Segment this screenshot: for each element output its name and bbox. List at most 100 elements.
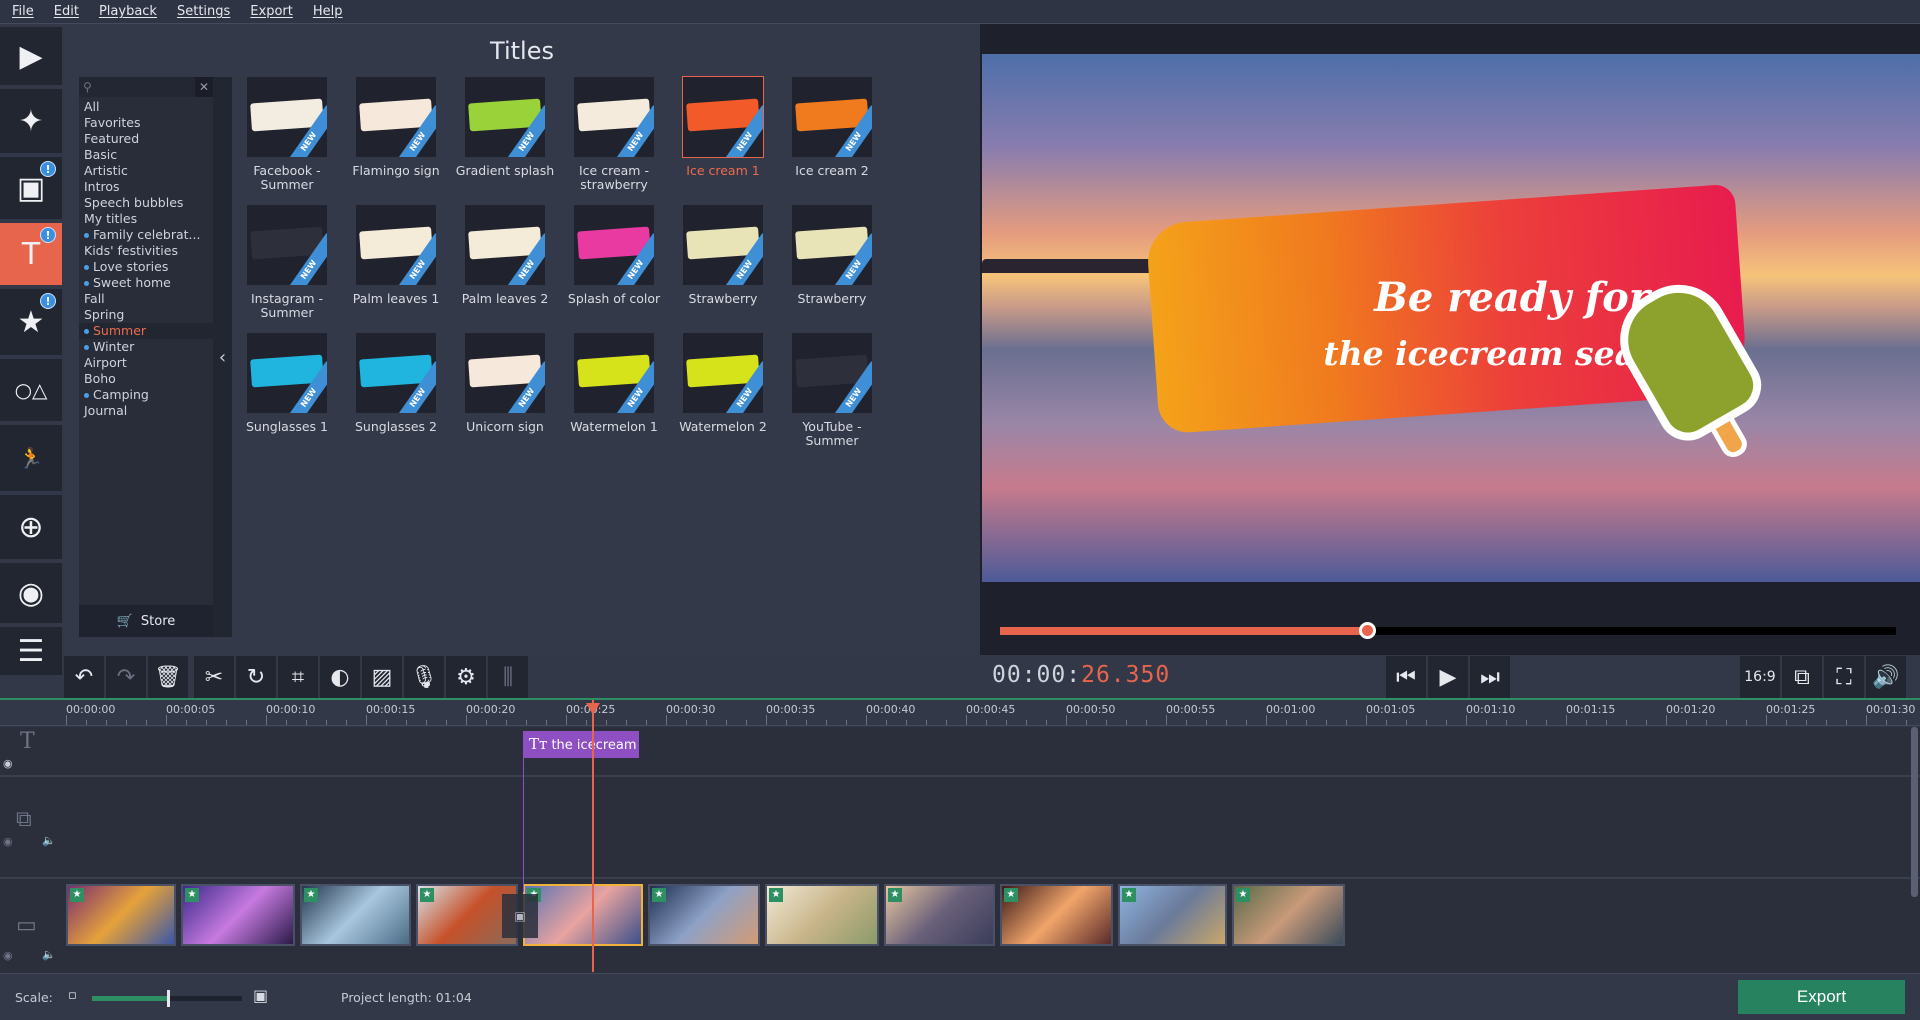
- detach-preview-button[interactable]: ⧉: [1782, 656, 1822, 698]
- playhead[interactable]: [592, 700, 594, 972]
- title-thumbnail[interactable]: NEW: [682, 76, 764, 158]
- title-thumbnail[interactable]: NEW: [574, 205, 654, 285]
- title-preset-tile[interactable]: NEW Palm leaves 1: [346, 205, 446, 306]
- video-clip[interactable]: ★: [648, 884, 760, 946]
- transition-marker[interactable]: ▣: [502, 894, 538, 938]
- title-preset-tile[interactable]: NEW Sunglasses 1: [237, 333, 337, 434]
- title-thumbnail[interactable]: NEW: [465, 333, 545, 413]
- title-thumbnail[interactable]: NEW: [683, 333, 763, 413]
- playback-progress-slider[interactable]: [1000, 622, 1896, 639]
- image-button[interactable]: ▨: [362, 656, 402, 698]
- title-preset-tile[interactable]: NEW Gradient splash: [455, 77, 555, 178]
- favorite-star-icon[interactable]: ★: [1004, 888, 1018, 902]
- category-item[interactable]: Airport: [79, 355, 213, 371]
- aspect-ratio-button[interactable]: 16:9: [1740, 656, 1780, 698]
- crop-button[interactable]: ⌗: [278, 656, 318, 698]
- title-preset-tile[interactable]: NEW Strawberry: [782, 205, 882, 306]
- title-preset-tile[interactable]: NEW Sunglasses 2: [346, 333, 446, 434]
- category-item[interactable]: Featured: [79, 131, 213, 147]
- title-thumbnail[interactable]: NEW: [247, 205, 327, 285]
- scale-handle[interactable]: [167, 990, 170, 1007]
- category-item[interactable]: Kids' festivities: [79, 243, 213, 259]
- menu-help[interactable]: Help: [313, 4, 343, 19]
- favorite-star-icon[interactable]: ★: [420, 888, 434, 902]
- title-thumbnail[interactable]: NEW: [574, 77, 654, 157]
- store-button[interactable]: 🛒 Store: [79, 605, 213, 637]
- cut-button[interactable]: ✂: [194, 656, 234, 698]
- title-preset-tile[interactable]: NEW Ice cream 2: [782, 77, 882, 178]
- category-item[interactable]: Sweet home: [79, 275, 213, 291]
- undo-button[interactable]: ↶: [64, 656, 104, 698]
- title-preset-tile[interactable]: NEW Strawberry: [673, 205, 773, 306]
- title-thumbnail[interactable]: NEW: [465, 205, 545, 285]
- clear-search-icon[interactable]: ✕: [195, 77, 213, 97]
- video-clip[interactable]: ★: [181, 884, 295, 946]
- sidebar-button-transitions-shapes[interactable]: ○△: [0, 359, 62, 421]
- title-preset-tile[interactable]: NEW Watermelon 1: [564, 333, 664, 434]
- sidebar-button-motion[interactable]: 🏃: [0, 425, 62, 491]
- video-clip[interactable]: ★: [1000, 884, 1113, 946]
- favorite-star-icon[interactable]: ★: [769, 888, 783, 902]
- next-frame-button[interactable]: ⏭: [1470, 656, 1510, 698]
- sidebar-button-stickers[interactable]: ★!: [0, 289, 62, 355]
- category-item[interactable]: My titles: [79, 211, 213, 227]
- volume-button[interactable]: 🔊: [1866, 656, 1906, 698]
- category-item[interactable]: Fall: [79, 291, 213, 307]
- menu-playback[interactable]: Playback: [99, 4, 157, 19]
- category-item[interactable]: Journal: [79, 403, 213, 419]
- video-clip[interactable]: ★: [884, 884, 995, 946]
- redo-button[interactable]: ↷: [106, 656, 146, 698]
- delete-button[interactable]: 🗑: [148, 656, 188, 698]
- sidebar-button-zoom-pan[interactable]: ⊕: [0, 495, 62, 559]
- video-clip[interactable]: ★: [66, 884, 176, 946]
- video-preview[interactable]: Be ready for the icecream season: [982, 54, 1920, 582]
- favorite-star-icon[interactable]: ★: [888, 888, 902, 902]
- sidebar-button-capture[interactable]: ◉: [0, 563, 62, 623]
- timeline-ruler[interactable]: 00:00:00 00:00:05 00:00:10 00:00:15 00:00:20…: [0, 700, 1920, 726]
- video-clip[interactable]: ★: [523, 884, 643, 946]
- play-button[interactable]: ▶: [1428, 656, 1468, 698]
- category-item[interactable]: Family celebrat...: [79, 227, 213, 243]
- favorite-star-icon[interactable]: ★: [70, 888, 84, 902]
- favorite-star-icon[interactable]: ★: [1236, 888, 1250, 902]
- category-item[interactable]: Intros: [79, 179, 213, 195]
- video-clip[interactable]: ★: [300, 884, 411, 946]
- rotate-button[interactable]: ↻: [236, 656, 276, 698]
- equalizer-button[interactable]: ⫼: [488, 656, 528, 698]
- title-clip[interactable]: Tт the icecream: [523, 731, 639, 758]
- title-thumbnail[interactable]: NEW: [356, 333, 436, 413]
- category-item[interactable]: Speech bubbles: [79, 195, 213, 211]
- title-thumbnail[interactable]: NEW: [792, 205, 872, 285]
- color-adjust-button[interactable]: ◐: [320, 656, 360, 698]
- title-thumbnail[interactable]: NEW: [247, 333, 327, 413]
- title-thumbnail[interactable]: NEW: [356, 77, 436, 157]
- category-item[interactable]: Favorites: [79, 115, 213, 131]
- mute-speaker-icon[interactable]: 🔈: [42, 834, 56, 847]
- menu-settings[interactable]: Settings: [177, 4, 230, 19]
- scale-slider[interactable]: [92, 990, 242, 1007]
- previous-frame-button[interactable]: ⏮: [1386, 656, 1426, 698]
- video-clip[interactable]: ★: [1232, 884, 1345, 946]
- video-clip[interactable]: ★: [765, 884, 879, 946]
- export-button[interactable]: Export: [1738, 980, 1905, 1014]
- category-item[interactable]: Basic: [79, 147, 213, 163]
- title-thumbnail[interactable]: NEW: [465, 77, 545, 157]
- category-item[interactable]: Boho: [79, 371, 213, 387]
- title-thumbnail[interactable]: NEW: [792, 333, 872, 413]
- playhead-handle[interactable]: [586, 703, 600, 715]
- visibility-eye-icon[interactable]: ◉: [3, 835, 13, 848]
- microphone-button[interactable]: 🎙: [404, 656, 444, 698]
- title-thumbnail[interactable]: NEW: [683, 205, 763, 285]
- category-item[interactable]: Summer: [79, 323, 213, 339]
- sidebar-button-more-list[interactable]: ☰: [0, 627, 62, 675]
- zoom-out-icon[interactable]: ▫: [68, 988, 77, 1003]
- title-preset-tile[interactable]: NEW Ice cream 1: [673, 76, 773, 178]
- category-item[interactable]: Love stories: [79, 259, 213, 275]
- title-preset-tile[interactable]: NEW Palm leaves 2: [455, 205, 555, 306]
- category-item[interactable]: Winter: [79, 339, 213, 355]
- mute-speaker-icon[interactable]: 🔈: [42, 948, 56, 961]
- title-preset-tile[interactable]: NEW Unicorn sign: [455, 333, 555, 434]
- menu-file[interactable]: File: [12, 4, 34, 19]
- title-thumbnail[interactable]: NEW: [574, 333, 654, 413]
- menu-export[interactable]: Export: [250, 4, 293, 19]
